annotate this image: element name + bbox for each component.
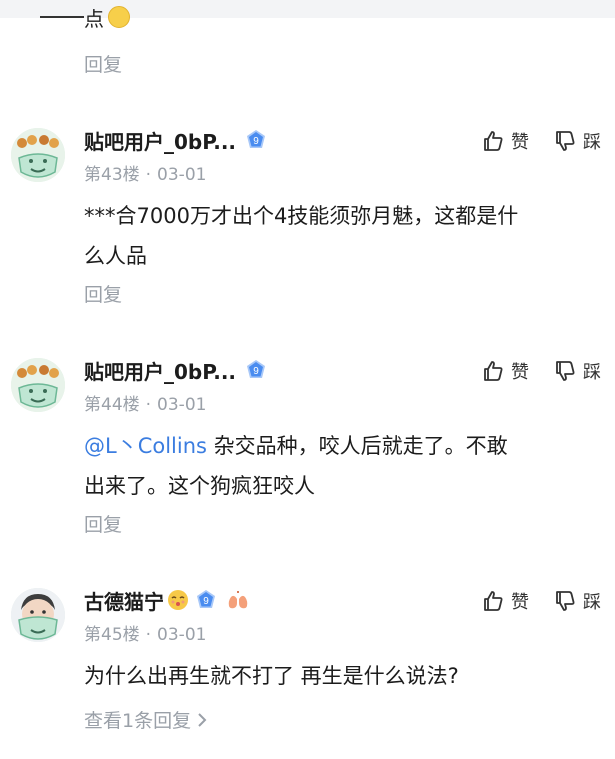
floor-info: 第44楼 · 03-01 xyxy=(84,390,207,415)
content-line: @L丶Collins 杂交品种，咬人后就走了。不敢 xyxy=(84,426,594,466)
thumbs-down-icon xyxy=(556,591,575,611)
avatar[interactable] xyxy=(11,588,65,642)
smile-emoji-icon xyxy=(108,6,130,28)
thumbs-up-icon xyxy=(484,131,503,151)
username-row: 贴吧用户_0bP... 9 xyxy=(84,124,268,156)
badge-level: 9 xyxy=(253,136,259,147)
masked-face-icon xyxy=(11,128,65,182)
like-button[interactable]: 赞 xyxy=(481,588,529,614)
reply-button[interactable]: 回复 xyxy=(84,510,122,537)
dislike-label: 踩 xyxy=(583,132,601,153)
floor-number: 第45楼 xyxy=(84,625,140,645)
username[interactable]: 贴吧用户_0bP... xyxy=(84,356,236,385)
level-badge-icon: 9 xyxy=(244,358,268,382)
like-label: 赞 xyxy=(511,592,529,613)
floor-info: 第43楼 · 03-01 xyxy=(84,160,207,185)
view-replies-link[interactable]: 查看1条回复 xyxy=(84,706,209,733)
floor-number: 第43楼 xyxy=(84,165,140,185)
badge-level: 9 xyxy=(253,366,259,377)
separator: · xyxy=(145,165,152,185)
dislike-button[interactable]: 踩 xyxy=(553,588,601,614)
content-text: 杂交品种，咬人后就走了。不敢 xyxy=(206,434,508,458)
comment-content: ***合7000万才出个4技能须弥月魅，这都是什 么人品 xyxy=(84,196,594,276)
thumbs-down-icon xyxy=(556,361,575,381)
chevron-right-icon xyxy=(198,712,207,727)
dislike-button[interactable]: 踩 xyxy=(553,128,601,154)
like-button[interactable]: 赞 xyxy=(481,358,529,384)
comment-actions: 赞 踩 xyxy=(457,128,601,154)
username-row: 古德猫宁 9 xyxy=(84,584,250,616)
username[interactable]: 古德猫宁 xyxy=(84,586,164,615)
floor-number: 第44楼 xyxy=(84,395,140,415)
reply-button[interactable]: 回复 xyxy=(84,50,122,77)
view-replies-label: 查看1条回复 xyxy=(84,710,192,732)
separator: · xyxy=(145,625,152,645)
level-badge-icon: 9 xyxy=(244,128,268,152)
avatar[interactable] xyxy=(11,128,65,182)
lungs-icon xyxy=(226,588,250,612)
post-date: 03-01 xyxy=(157,395,207,415)
comment-content: @L丶Collins 杂交品种，咬人后就走了。不敢 出来了。这个狗疯狂咬人 xyxy=(84,426,594,506)
content-line: 为什么出再生就不打了 再生是什么说法? xyxy=(84,664,459,688)
comment-actions: 赞 踩 xyxy=(457,358,601,384)
avatar[interactable] xyxy=(11,358,65,412)
content-line: 出来了。这个狗疯狂咬人 xyxy=(84,474,315,498)
username[interactable]: 贴吧用户_0bP... xyxy=(84,126,236,155)
badge-level: 9 xyxy=(203,596,209,607)
like-button[interactable]: 赞 xyxy=(481,128,529,154)
post-date: 03-01 xyxy=(157,165,207,185)
level-badge-icon: 9 xyxy=(194,588,218,612)
fragment-text: 点 xyxy=(84,6,104,31)
masked-text-line xyxy=(40,16,84,18)
masked-boy-icon xyxy=(11,588,65,642)
previous-comment-fragment: 点 xyxy=(40,0,130,34)
comment-actions: 赞 踩 xyxy=(457,588,601,614)
thumbs-up-icon xyxy=(484,361,503,381)
reply-button[interactable]: 回复 xyxy=(84,280,122,307)
dislike-label: 踩 xyxy=(583,592,601,613)
like-label: 赞 xyxy=(511,132,529,153)
comment-content: 为什么出再生就不打了 再生是什么说法? xyxy=(84,656,594,696)
separator: · xyxy=(145,395,152,415)
like-label: 赞 xyxy=(511,362,529,383)
content-line: 么人品 xyxy=(84,244,147,268)
username-row: 贴吧用户_0bP... 9 xyxy=(84,354,268,386)
user-mention-link[interactable]: @L丶Collins xyxy=(84,434,207,458)
thumbs-up-icon xyxy=(484,591,503,611)
thumbs-down-icon xyxy=(556,131,575,151)
floor-info: 第45楼 · 03-01 xyxy=(84,620,207,645)
post-date: 03-01 xyxy=(157,625,207,645)
kiss-emoji-icon xyxy=(166,588,190,612)
dislike-label: 踩 xyxy=(583,362,601,383)
dislike-button[interactable]: 踩 xyxy=(553,358,601,384)
masked-face-icon xyxy=(11,358,65,412)
content-line: ***合7000万才出个4技能须弥月魅，这都是什 xyxy=(84,204,519,228)
